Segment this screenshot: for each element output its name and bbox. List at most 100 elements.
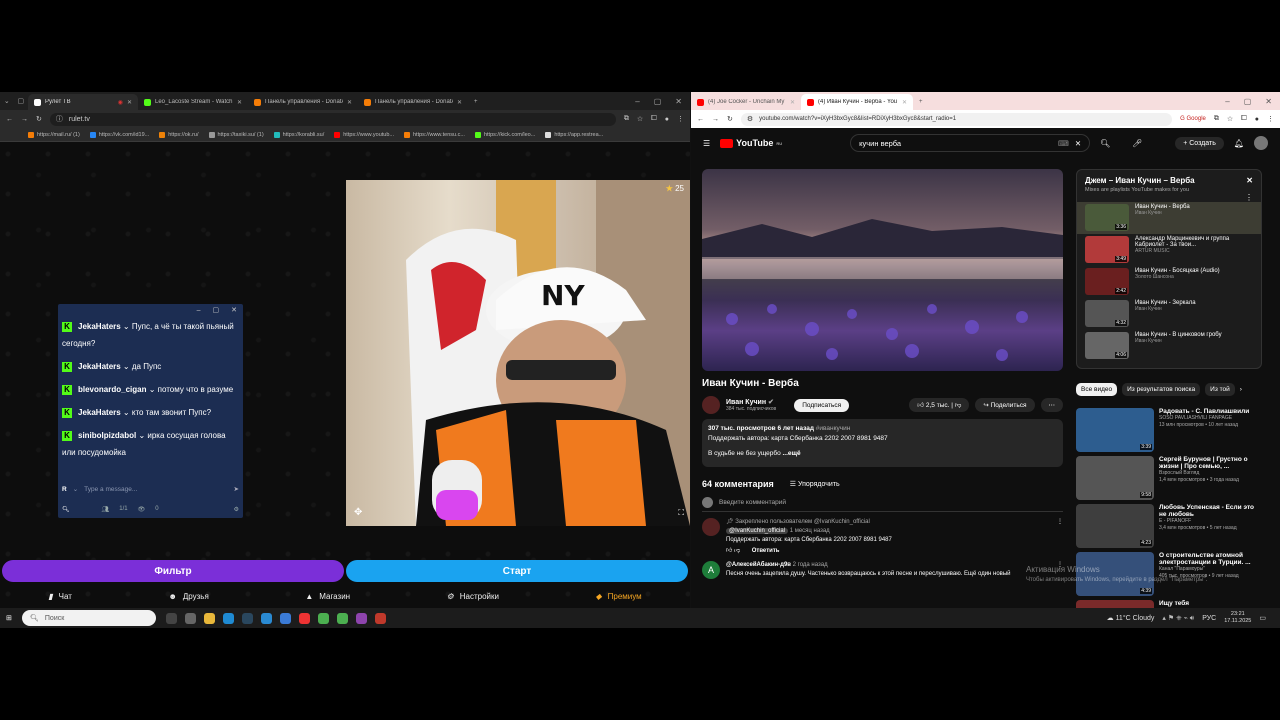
chat-avatar[interactable]: R — [62, 486, 67, 493]
bookmark-item[interactable]: https://www.youtub... — [334, 131, 394, 138]
more-actions-icon[interactable]: ⋯ — [1040, 398, 1063, 412]
extensions-icon[interactable]: ⧠ — [651, 115, 657, 123]
dislike-icon[interactable]: 👎︎ — [734, 548, 740, 554]
bookmark-item[interactable]: https://ok.ru/ — [159, 131, 199, 138]
notification-icon[interactable]: ▭ — [1259, 614, 1266, 622]
profile-icon[interactable]: ● — [665, 116, 669, 123]
menu-icon[interactable]: ⋮ — [677, 115, 684, 123]
minimize-icon[interactable]: – — [1225, 97, 1229, 106]
nav-shop[interactable]: ▲ Магазин — [305, 592, 350, 601]
maximize-icon[interactable]: ▢ — [1244, 97, 1252, 106]
chat-app-icon[interactable] — [261, 612, 272, 624]
tab-kick[interactable]: Leo_Lacoste Stream - Watch Li ✕ — [138, 94, 248, 110]
forward-icon[interactable]: → — [712, 116, 719, 123]
reload-icon[interactable]: ↻ — [36, 115, 42, 123]
create-button[interactable]: + Создать — [1175, 136, 1224, 150]
language-indicator[interactable]: РУС — [1202, 615, 1216, 622]
google-chip[interactable]: G Google — [1180, 116, 1206, 122]
search-icon[interactable]: 🔍︎ — [62, 506, 70, 513]
video-description[interactable]: 307 тыс. просмотров 6 лет назад #иванкуч… — [702, 419, 1063, 467]
back-icon[interactable]: ← — [6, 116, 13, 123]
terminal-icon[interactable] — [185, 612, 196, 624]
close-tab-icon[interactable]: ✕ — [127, 99, 132, 106]
nav-chat[interactable]: ▮ Чат — [48, 592, 72, 601]
keyboard-icon[interactable]: ⌨ — [1058, 139, 1069, 148]
show-more-link[interactable]: ...ещё — [783, 450, 801, 457]
close-icon[interactable]: ✕ — [231, 306, 237, 314]
taskbar-search[interactable]: 🔍︎ Поиск — [22, 610, 156, 626]
comment-input[interactable]: Введите комментарий — [719, 499, 786, 506]
sort-button[interactable]: ☰ Упорядочить — [790, 480, 840, 488]
gear-icon[interactable]: ⚙ — [234, 506, 239, 513]
url-field[interactable]: ⚙ youtube.com/watch?v=iXyH3bxGyc8&list=RD… — [740, 112, 1173, 126]
bookmark-item[interactable]: https://vk.com/id19... — [89, 131, 149, 138]
chat-input[interactable]: R ⌄ Type a message... ➤ — [62, 482, 239, 496]
bell-icon[interactable]: 🔔︎ — [1234, 139, 1244, 148]
chevron-right-icon[interactable]: › — [1240, 386, 1242, 393]
chat-username[interactable]: JekaHaters — [78, 362, 121, 371]
hamburger-icon[interactable]: ☰ — [703, 139, 710, 148]
more-icon[interactable]: ⋮ — [1057, 518, 1063, 556]
tab-rulet[interactable]: Рулет ТВ ◉ ✕ — [28, 94, 138, 110]
chat-username[interactable]: JekaHaters — [78, 322, 121, 331]
site-info-icon[interactable]: ⓘ — [56, 114, 63, 124]
tab-joe-cocker[interactable]: (4) Joe Cocker - Unchain My H ✕ — [691, 94, 801, 110]
maximize-icon[interactable]: ▢ — [654, 97, 662, 106]
chip-search-results[interactable]: Из результатов поиска — [1122, 383, 1201, 396]
bookmark-item[interactable]: https://mail.ru/ (1) — [28, 131, 80, 138]
close-tab-icon[interactable]: ✕ — [457, 99, 462, 106]
fullscreen-icon[interactable]: ⛶ — [678, 508, 684, 518]
search-icon[interactable]: 🔍︎ — [1100, 139, 1110, 148]
edge-icon[interactable] — [223, 612, 234, 624]
playlist-item[interactable]: 4:06 Иван Кучин - В цинковом гробу Иван Ку… — [1077, 330, 1261, 362]
playlist-item[interactable]: 3:36 Иван Кучин - Верба Иван Кучин — [1077, 202, 1261, 234]
recommended-video[interactable]: 9:58 Сергей Бурунов | Грустно о жизни | П… — [1076, 456, 1262, 500]
minimize-icon[interactable]: – — [197, 307, 201, 314]
like-button[interactable]: 👍︎ 2,5 тыс. | 👎︎ — [909, 398, 970, 412]
site-info-icon[interactable]: ⚙ — [747, 115, 753, 123]
nav-premium[interactable]: ◆ Премиум — [596, 592, 642, 601]
send-icon[interactable]: ➤ — [234, 485, 239, 493]
minimize-icon[interactable]: – — [635, 97, 639, 106]
channel-avatar[interactable] — [702, 396, 720, 414]
chat-username[interactable]: sinibolpizdabol — [78, 431, 136, 440]
subscribe-button[interactable]: Подписаться — [794, 398, 850, 412]
clear-icon[interactable]: ✕ — [1075, 139, 1081, 148]
close-icon[interactable]: ✕ — [1246, 176, 1253, 185]
close-tab-icon[interactable]: ✕ — [237, 99, 242, 106]
install-icon[interactable]: ⧉ — [1214, 115, 1219, 123]
playlist-item[interactable]: 3:49 Александр Марцинкевич и группа Кабри… — [1077, 234, 1261, 266]
bookmark-item[interactable]: https://kick.com/leo... — [474, 131, 535, 138]
search-input[interactable]: кучин верба ⌨ ✕ — [850, 134, 1091, 152]
chat-username[interactable]: JekaHaters — [78, 408, 121, 417]
comment-author[interactable]: @АлексейАбакин-д9в — [726, 562, 791, 568]
chevron-down-icon[interactable]: ⌄ — [73, 485, 78, 493]
avatar[interactable] — [1254, 136, 1268, 150]
recommended-video[interactable]: Ищу тебя — [1076, 600, 1262, 608]
playlist-item[interactable]: 4:32 Иван Кучин - Зеркала Иван Кучин — [1077, 298, 1261, 330]
reply-button[interactable]: Ответить — [752, 548, 780, 554]
hashtag[interactable]: #иванкучин — [816, 425, 851, 432]
start-button[interactable]: Старт — [346, 560, 688, 582]
steam-icon[interactable] — [242, 612, 253, 624]
mic-icon[interactable]: 🎤︎ — [1132, 139, 1142, 148]
avatar[interactable] — [702, 518, 720, 536]
bookmark-star-icon[interactable]: ☆ — [637, 115, 643, 123]
extensions-icon[interactable]: ⧠ — [1241, 115, 1247, 123]
more-icon[interactable]: ⋮ — [1077, 193, 1261, 202]
weather-widget[interactable]: ☁ 11°C Cloudy — [1107, 614, 1155, 622]
share-button[interactable]: ↪ Поделиться — [975, 398, 1035, 412]
app-icon[interactable] — [356, 612, 367, 624]
video-player[interactable] — [702, 169, 1063, 371]
bookmark-item[interactable]: https://www.tensu.c... — [403, 131, 465, 138]
youtube-logo[interactable]: YouTube RU — [720, 138, 782, 148]
bookmark-item[interactable]: https://taxiki.su/ (1) — [208, 131, 264, 138]
forward-icon[interactable]: → — [21, 116, 28, 123]
chip-all[interactable]: Все видео — [1076, 383, 1118, 396]
chrome-icon[interactable] — [337, 612, 348, 624]
bookmark-item[interactable]: https://korabli.su/ — [273, 131, 324, 138]
recommended-video[interactable]: 4:23 Любовь Успенская - Если это не любов… — [1076, 504, 1262, 548]
chat-username[interactable]: blevonardo_cigan — [78, 385, 146, 394]
screen-cast-icon[interactable]: ⧉ — [624, 115, 629, 123]
new-tab-button[interactable]: + — [468, 94, 488, 110]
